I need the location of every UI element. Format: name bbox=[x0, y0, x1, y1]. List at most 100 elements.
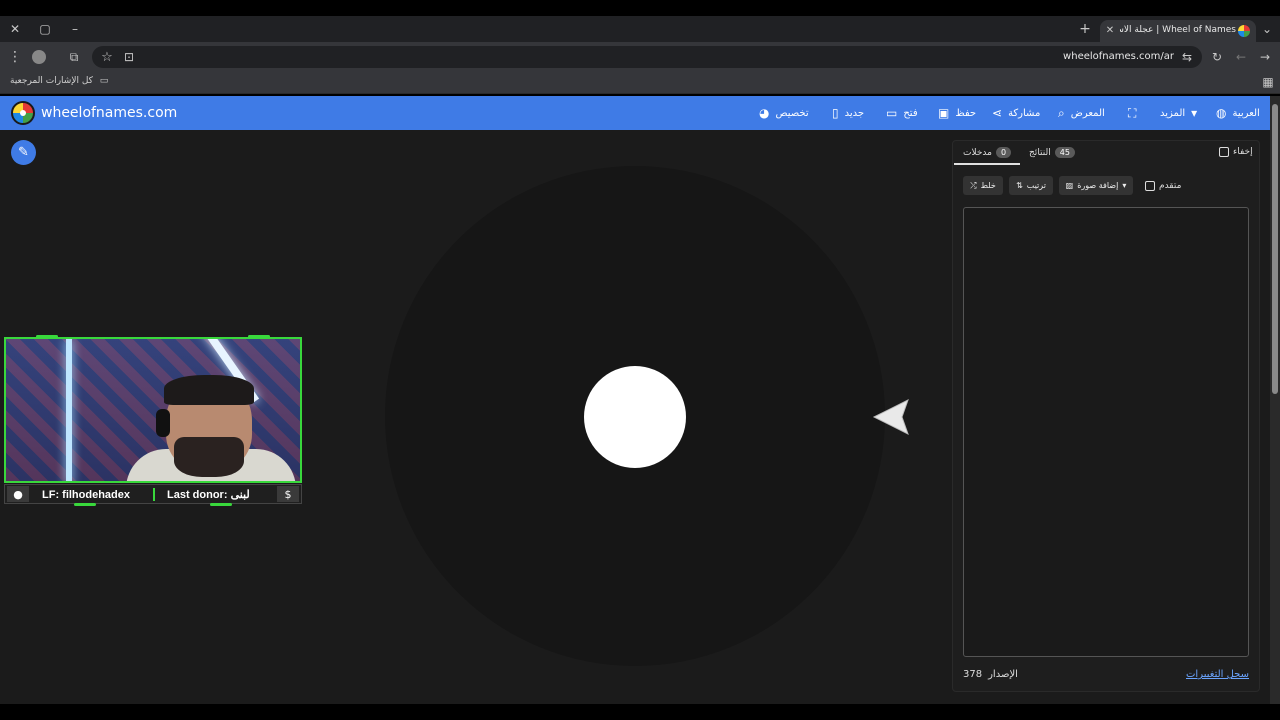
new-label: جديد bbox=[844, 107, 865, 119]
share-label: مشاركة bbox=[1008, 107, 1041, 119]
advanced-label: متقدم bbox=[1159, 181, 1182, 191]
address-bar[interactable]: ☆ ⊡ wheelofnames.com/ar ⇆ bbox=[92, 46, 1202, 68]
bookmarks-bar: كل الإشارات المرجعية ▭ ▦ bbox=[0, 72, 1280, 94]
tab-results[interactable]: النتائج 45 bbox=[1029, 147, 1075, 158]
page-scrollbar[interactable] bbox=[1270, 96, 1280, 704]
new-file-icon: ▯ bbox=[832, 106, 839, 120]
app-header: wheelofnames.com ◕ تخصيص ▯ جديد ▭ فتح ▣ … bbox=[0, 96, 1270, 130]
extensions-icon[interactable]: ⧉ bbox=[66, 50, 82, 64]
edit-wheel-button[interactable]: ✎ bbox=[11, 140, 36, 165]
streamer-hair bbox=[164, 375, 254, 405]
profile-avatar[interactable] bbox=[32, 50, 46, 64]
window-close-icon[interactable]: ✕ bbox=[8, 22, 22, 36]
new-tab-icon[interactable]: + bbox=[1078, 22, 1092, 36]
browser-tabstrip: ✕ ▢ – + ✕ Wheel of Names | عجلة الاسم ال… bbox=[0, 16, 1280, 42]
apps-grid-icon[interactable]: ▦ bbox=[1262, 76, 1274, 88]
overlay-accent bbox=[210, 503, 232, 506]
headset-icon bbox=[156, 409, 170, 437]
advanced-toggle[interactable]: متقدم bbox=[1145, 181, 1181, 191]
wheel-pointer-icon bbox=[872, 398, 909, 436]
pencil-icon: ✎ bbox=[18, 145, 29, 160]
gallery-label: المعرض bbox=[1070, 107, 1105, 119]
back-icon[interactable]: → bbox=[1258, 50, 1272, 64]
share-button[interactable]: ⋖ مشاركة bbox=[992, 96, 1040, 130]
reload-icon[interactable]: ↻ bbox=[1210, 50, 1224, 64]
stream-info-bar: ● LF: filhodehadex Last donor: لبنى $ bbox=[4, 484, 302, 504]
sort-button[interactable]: ⇅ ترتيب bbox=[1009, 176, 1053, 195]
all-bookmarks-link[interactable]: كل الإشارات المرجعية ▭ bbox=[10, 76, 108, 86]
shuffle-icon: ⤮ bbox=[970, 180, 977, 190]
new-button[interactable]: ▯ جديد bbox=[832, 96, 864, 130]
globe-icon: ◍ bbox=[1216, 106, 1227, 120]
folder-icon: ▭ bbox=[99, 76, 109, 86]
open-button[interactable]: ▭ فتح bbox=[886, 96, 918, 130]
entries-tab-label: مدخلات bbox=[963, 147, 992, 158]
webcam-light-strip bbox=[66, 339, 72, 481]
hide-label: إخفاء bbox=[1233, 147, 1253, 157]
language-button[interactable]: ◍ العربية bbox=[1216, 96, 1260, 130]
entries-panel: مدخلات 0 النتائج 45 إخفاء ⤮ خلط ⇅ ترتيب … bbox=[952, 140, 1260, 692]
dollar-icon: $ bbox=[277, 486, 299, 502]
version-info: 378 الإصدار bbox=[963, 669, 1018, 680]
share-icon: ⋖ bbox=[992, 106, 1003, 120]
results-tab-label: النتائج bbox=[1029, 147, 1051, 158]
panel-tabs: مدخلات 0 النتائج 45 إخفاء bbox=[953, 141, 1261, 167]
last-donor-text: Last donor: لبنى bbox=[167, 489, 250, 501]
tab-search-icon[interactable]: ⌄ bbox=[1260, 22, 1274, 36]
shuffle-button[interactable]: ⤮ خلط bbox=[963, 176, 1003, 195]
wheel-logo-icon[interactable] bbox=[11, 101, 35, 125]
more-button[interactable]: المزيد ▾ bbox=[1160, 96, 1197, 130]
open-label: فتح bbox=[903, 107, 918, 119]
results-count-badge: 45 bbox=[1054, 147, 1075, 158]
advanced-checkbox[interactable] bbox=[1145, 181, 1155, 191]
image-icon: ▨ bbox=[1065, 181, 1074, 190]
save-button[interactable]: ▣ حفظ bbox=[938, 96, 976, 130]
save-icon: ▣ bbox=[938, 106, 950, 120]
webcam-overlay bbox=[4, 337, 302, 483]
add-image-button[interactable]: ▨ إضافة صورة ▾ bbox=[1059, 176, 1133, 195]
version-label: الإصدار bbox=[988, 669, 1018, 680]
search-icon: ⌕ bbox=[1058, 105, 1065, 120]
gallery-button[interactable]: ⌕ المعرض bbox=[1058, 96, 1105, 130]
tab-entries[interactable]: مدخلات 0 bbox=[963, 147, 1012, 158]
window-minimize-icon[interactable]: – bbox=[68, 22, 82, 36]
hide-checkbox[interactable] bbox=[1219, 147, 1229, 157]
divider bbox=[153, 488, 155, 501]
save-label: حفظ bbox=[955, 107, 977, 119]
url-text: wheelofnames.com/ar bbox=[1063, 51, 1174, 62]
scrollbar-thumb[interactable] bbox=[1272, 104, 1278, 394]
hide-toggle[interactable]: إخفاء bbox=[1219, 147, 1253, 157]
folder-open-icon: ▭ bbox=[886, 106, 898, 120]
customize-button[interactable]: ◕ تخصيص bbox=[759, 96, 809, 130]
changelog-link[interactable]: سجل التغييرات bbox=[1186, 669, 1249, 680]
browser-toolbar: ⋮ ⧉ ☆ ⊡ wheelofnames.com/ar ⇆ ↻ ← → bbox=[0, 42, 1280, 72]
shuffle-label: خلط bbox=[980, 181, 996, 190]
caret-down-icon: ▾ bbox=[1122, 181, 1127, 190]
user-icon: ● bbox=[7, 486, 29, 502]
tab-title: Wheel of Names | عجلة الاسم العشوائي bbox=[1120, 25, 1236, 35]
streamer-beard bbox=[174, 437, 244, 477]
bookmark-star-icon[interactable]: ☆ bbox=[100, 50, 114, 64]
cast-icon[interactable]: ⊡ bbox=[122, 50, 136, 64]
fullscreen-button[interactable]: ⛶ bbox=[1128, 96, 1136, 130]
site-settings-icon[interactable]: ⇆ bbox=[1180, 50, 1194, 64]
sort-icon: ⇅ bbox=[1016, 181, 1023, 190]
fullscreen-icon: ⛶ bbox=[1128, 105, 1137, 120]
entries-count-badge: 0 bbox=[995, 147, 1012, 158]
language-label: العربية bbox=[1232, 107, 1260, 119]
tab-close-icon[interactable]: ✕ bbox=[1104, 25, 1116, 37]
active-tab-indicator bbox=[954, 163, 1020, 165]
wheel-favicon-icon bbox=[1238, 25, 1250, 37]
entries-textarea[interactable] bbox=[963, 207, 1249, 657]
brand-name[interactable]: wheelofnames.com bbox=[41, 105, 177, 121]
version-number: 378 bbox=[963, 669, 983, 680]
overlay-accent bbox=[74, 503, 96, 506]
window-restore-icon[interactable]: ▢ bbox=[38, 22, 52, 36]
customize-label: تخصيص bbox=[775, 107, 809, 119]
all-bookmarks-label: كل الإشارات المرجعية bbox=[10, 76, 93, 86]
browser-tab[interactable]: ✕ Wheel of Names | عجلة الاسم العشوائي bbox=[1100, 20, 1256, 42]
lf-text: LF: filhodehadex bbox=[42, 488, 130, 501]
wheel-center-hub[interactable] bbox=[584, 366, 686, 468]
forward-icon[interactable]: ← bbox=[1234, 50, 1248, 64]
browser-menu-icon[interactable]: ⋮ bbox=[8, 50, 22, 64]
